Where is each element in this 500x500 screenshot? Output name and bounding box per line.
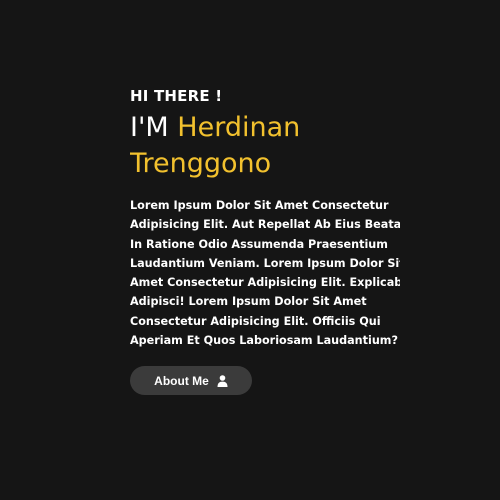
description-paragraph: Lorem Ipsum Dolor Sit Amet Consectetur A… (130, 196, 400, 350)
name-prefix: I'M (130, 112, 169, 143)
description-line: Consectetur Adipisicing Elit. Officiis Q… (130, 314, 381, 328)
description-line: Adipisicing Elit. Aut Repellat Ab Eius B… (130, 218, 400, 232)
description-line: Adipisci! Lorem Ipsum Dolor Sit Amet (130, 295, 367, 309)
hero-section: HI THERE ! I'M Herdinan Trenggono Lorem … (130, 86, 400, 350)
first-name: Herdinan (177, 112, 301, 143)
page: HI THERE ! I'M Herdinan Trenggono Lorem … (0, 0, 500, 500)
description-line: Laudantium Veniam. Lorem Ipsum Dolor Sit (130, 256, 400, 270)
about-me-label: About Me (154, 373, 209, 388)
about-me-button[interactable]: About Me (130, 366, 252, 395)
description-line: In Ratione Odio Assumenda Praesentium (130, 237, 388, 251)
description-line: Amet Consectetur Adipisicing Elit. Expli… (130, 276, 400, 290)
description-line: Lorem Ipsum Dolor Sit Amet Consectetur (130, 199, 389, 212)
description-line: Aperiam Et Quos Laboriosam Laudantium? (130, 334, 398, 348)
name-heading-line-2: Trenggono (130, 146, 400, 182)
name-heading-line-1: I'M Herdinan (130, 110, 400, 146)
user-icon (217, 374, 228, 387)
last-name: Trenggono (130, 148, 272, 179)
greeting-text: HI THERE ! (130, 87, 223, 105)
